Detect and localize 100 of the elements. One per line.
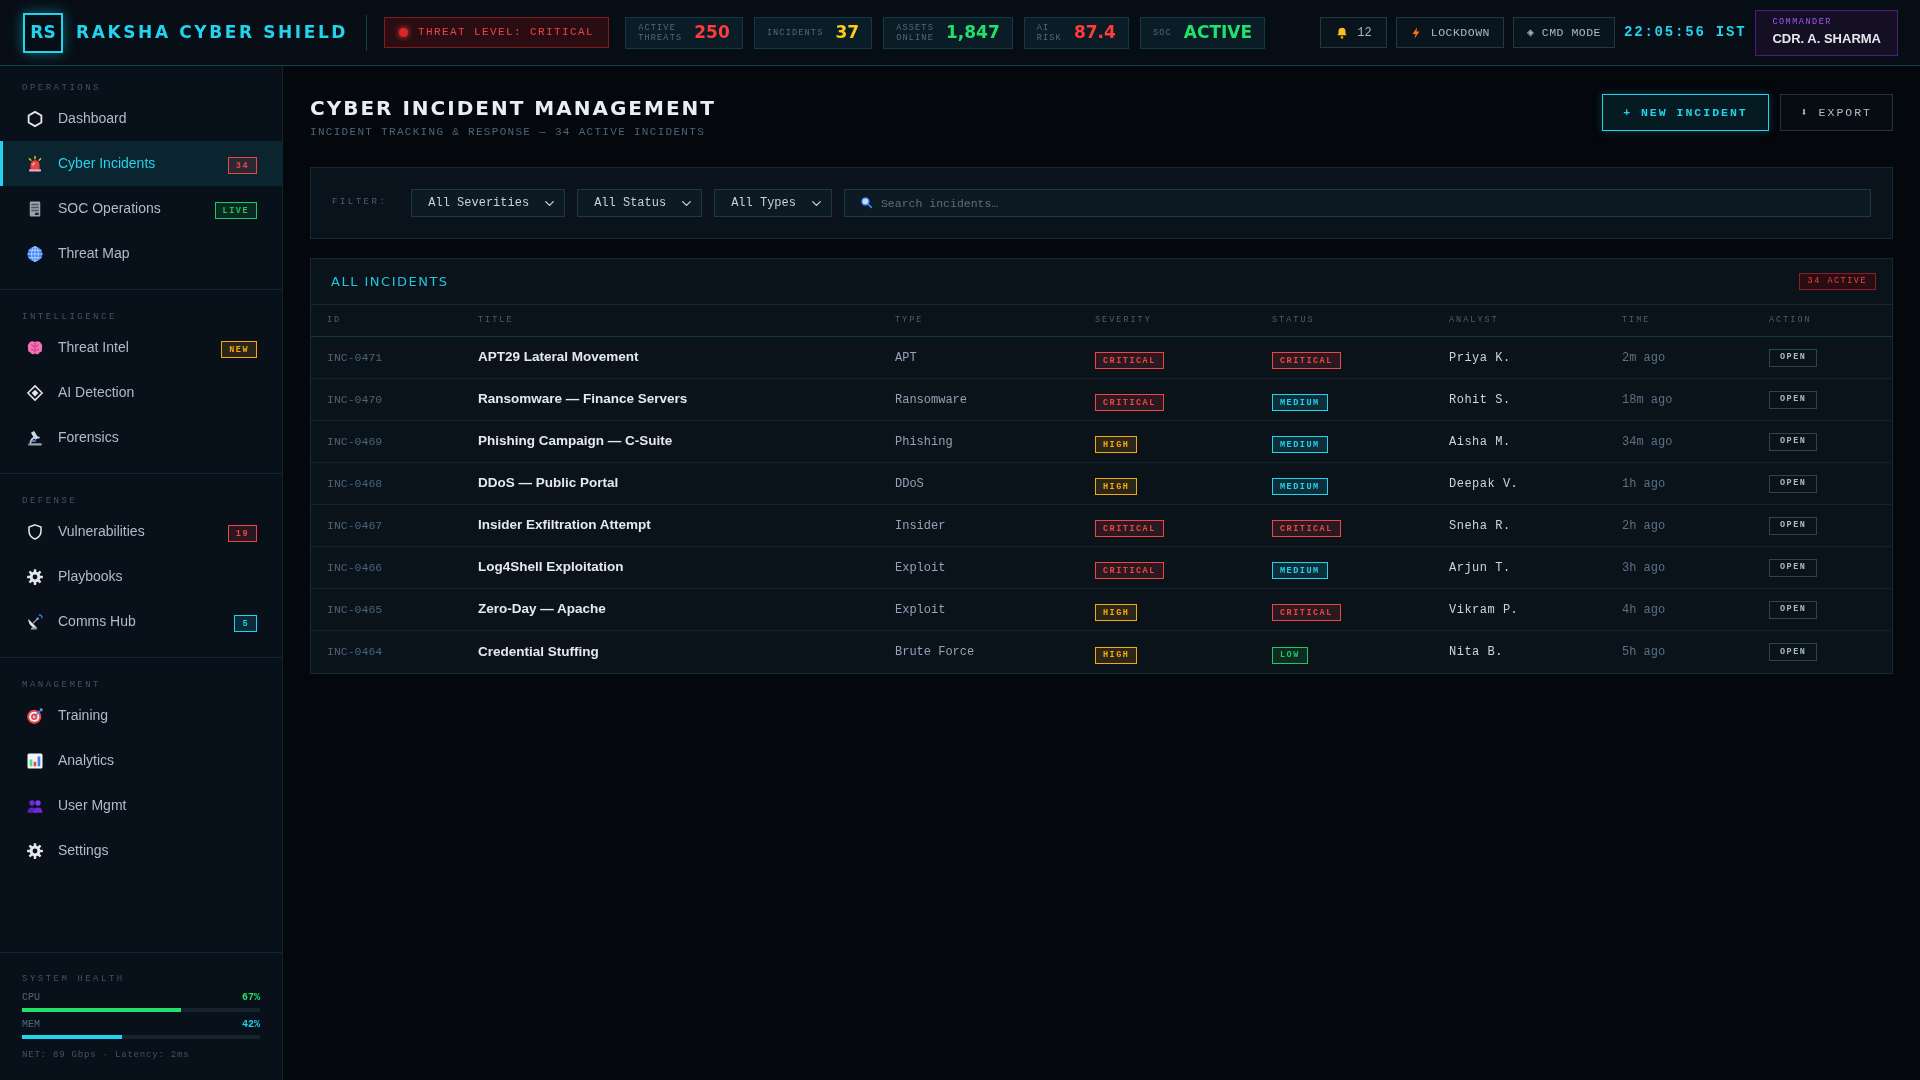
page-title: CYBER INCIDENT MANAGEMENT	[310, 97, 716, 119]
nav-item[interactable]: AI Detection	[0, 370, 282, 415]
incident-id: INC-0471	[327, 349, 383, 366]
nav-item[interactable]: Comms Hub 5	[0, 599, 282, 644]
clock: 22:05:56 IST	[1624, 23, 1747, 42]
meter-label: MEM	[22, 1017, 40, 1032]
count-tag: 19	[227, 525, 257, 543]
status-tag: MEDIUM	[1272, 394, 1328, 412]
severity-tag: HIGH	[1095, 604, 1138, 622]
timestamp: 2m ago	[1622, 349, 1666, 367]
severity-tag: CRITICAL	[1095, 394, 1164, 412]
column-header: SEVERITY	[1095, 314, 1152, 327]
nav-item[interactable]: Threat Map	[0, 231, 282, 276]
stat-label: INCIDENTS	[766, 27, 824, 38]
analyst-name: Deepak V.	[1449, 475, 1519, 493]
filter-dropdown[interactable]: All Status	[577, 189, 703, 217]
column-header: ANALYST	[1449, 314, 1499, 327]
incident-id: INC-0467	[327, 517, 383, 534]
logo-mark: RS	[23, 12, 63, 53]
incident-id: INC-0470	[327, 391, 383, 408]
app-title: RAKSHA CYBER SHIELD	[76, 20, 349, 44]
meter-reading: 67%	[242, 990, 260, 1005]
filter-label: FILTER:	[332, 196, 388, 210]
nav-item[interactable]: Vulnerabilities 19	[0, 509, 282, 554]
section-label: DEFENSE	[21, 495, 79, 507]
target-icon	[26, 706, 44, 725]
section-label: MANAGEMENT	[21, 679, 102, 691]
nav-item[interactable]: Playbooks	[0, 554, 282, 599]
column-header: STATUS	[1272, 314, 1315, 327]
notifications-button[interactable]: 12	[1320, 17, 1387, 48]
incident-type: Insider	[895, 517, 946, 535]
lockdown-button[interactable]: LOCKDOWN	[1395, 17, 1504, 48]
export-button[interactable]: ⬇ EXPORT	[1779, 94, 1893, 131]
severity-tag: HIGH	[1095, 646, 1138, 664]
incident-title: Insider Exfiltration Attempt	[478, 516, 651, 535]
timestamp: 1h ago	[1622, 475, 1666, 493]
user-role: COMMANDER	[1772, 16, 1833, 30]
incident-type: DDoS	[895, 475, 924, 493]
filter-dropdown[interactable]: All Severities	[411, 189, 566, 217]
bar-chart-icon	[26, 751, 44, 770]
command-mode-button[interactable]: ◈ CMD MODE	[1512, 17, 1615, 48]
analyst-name: Sneha R.	[1449, 517, 1511, 535]
timestamp: 18m ago	[1622, 391, 1673, 409]
severity-tag: CRITICAL	[1095, 520, 1164, 538]
incident-title: APT29 Lateral Movement	[478, 348, 639, 367]
open-button[interactable]: OPEN	[1769, 643, 1818, 661]
hexagon-icon	[26, 109, 44, 128]
page-subtitle: INCIDENT TRACKING & RESPONSE — 34 ACTIVE INCIDENTS	[310, 125, 707, 140]
search-field[interactable]: Search incidents…	[843, 189, 1871, 217]
incident-id: INC-0469	[327, 433, 383, 450]
status-tag: LOW	[1272, 646, 1308, 664]
nav-item[interactable]: Settings	[0, 828, 282, 873]
severity-tag: HIGH	[1095, 436, 1138, 454]
meter-reading: 42%	[242, 1017, 260, 1032]
open-button[interactable]: OPEN	[1769, 432, 1818, 451]
nav-item[interactable]: SOC Operations LIVE	[0, 186, 282, 231]
timestamp: 3h ago	[1622, 559, 1666, 577]
section-label: SYSTEM HEALTH	[22, 972, 126, 985]
severity-tag: CRITICAL	[1095, 562, 1164, 580]
incident-id: INC-0466	[327, 559, 383, 576]
open-button[interactable]: OPEN	[1769, 516, 1818, 535]
meter-label: CPU	[22, 990, 40, 1005]
open-button[interactable]: OPEN	[1769, 348, 1818, 367]
nav-item[interactable]: Analytics	[0, 738, 282, 783]
filter-dropdown[interactable]: All Types	[714, 189, 832, 217]
open-button[interactable]: OPEN	[1769, 558, 1818, 577]
threat-level-label: THREAT LEVEL: CRITICAL	[418, 25, 595, 41]
severity-tag: HIGH	[1095, 478, 1138, 496]
open-button[interactable]: OPEN	[1769, 600, 1818, 619]
nav-item[interactable]: Training	[0, 693, 282, 738]
nav-item[interactable]: Cyber Incidents 34	[0, 141, 282, 186]
column-header: ID	[327, 314, 342, 327]
incident-type: Phishing	[895, 433, 953, 451]
nav-item[interactable]: User Mgmt	[0, 783, 282, 828]
incident-type: APT	[895, 349, 917, 367]
stat-value: 37	[835, 20, 860, 44]
incident-title: DDoS — Public Portal	[478, 474, 619, 493]
new-incident-button[interactable]: + NEW INCIDENT	[1602, 94, 1769, 131]
open-button[interactable]: OPEN	[1769, 390, 1818, 409]
count-tag: 5	[234, 615, 257, 633]
stat-value: ACTIVE	[1183, 20, 1253, 44]
incident-type: Brute Force	[895, 644, 975, 661]
analyst-name: Arjun T.	[1449, 559, 1511, 577]
active-count-tag: 34 ACTIVE	[1798, 273, 1876, 290]
status-tag: CRITICAL	[1272, 520, 1341, 538]
panel-title: ALL INCIDENTS	[331, 272, 449, 291]
incident-type: Ransomware	[895, 391, 967, 409]
nav-item[interactable]: Dashboard	[0, 96, 282, 141]
analyst-name: Rohit S.	[1449, 391, 1511, 409]
nav-item[interactable]: Threat Intel NEW	[0, 325, 282, 370]
status-tag: MEDIUM	[1272, 478, 1328, 496]
nav-item[interactable]: Forensics	[0, 415, 282, 460]
brain-icon	[26, 338, 44, 357]
status-tag: MEDIUM	[1272, 436, 1328, 454]
search-icon	[859, 196, 873, 209]
incident-title: Credential Stuffing	[478, 642, 599, 661]
open-button[interactable]: OPEN	[1769, 474, 1818, 493]
stat-value: 87.4	[1073, 20, 1116, 44]
column-header: ACTION	[1769, 314, 1812, 327]
user-panel[interactable]: COMMANDER CDR. A. SHARMA	[1755, 9, 1898, 56]
